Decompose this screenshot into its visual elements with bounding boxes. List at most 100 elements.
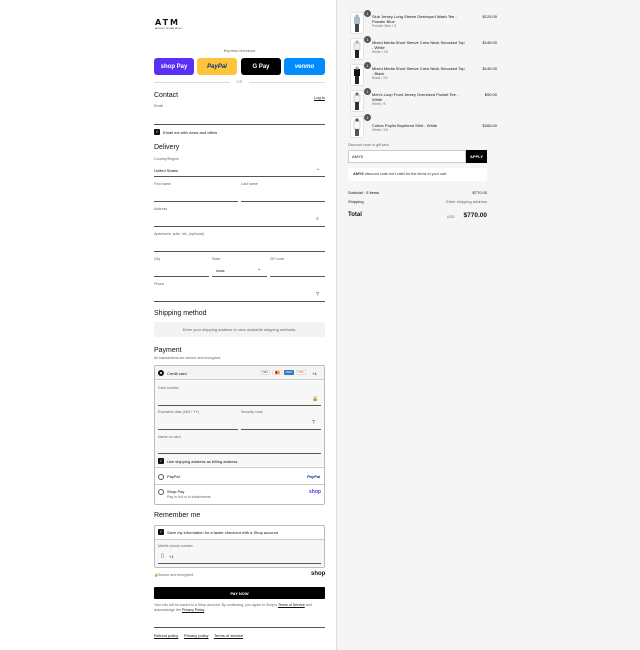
shipping-method-title: Shipping method bbox=[154, 310, 207, 317]
name-on-card-label: Name on card bbox=[158, 435, 181, 439]
phone-field[interactable] bbox=[154, 301, 325, 302]
product-variant: Powder Blue / S bbox=[372, 24, 397, 28]
credit-card-radio[interactable] bbox=[158, 370, 164, 376]
mobile-phone-field[interactable] bbox=[158, 563, 321, 564]
shipping-method-note: Enter your shipping address to view avai… bbox=[154, 322, 325, 337]
checkout-form-panel: ATM ANTHONY THOMAS MELILLO Express checko… bbox=[0, 0, 336, 650]
state-select[interactable] bbox=[212, 276, 267, 277]
terms-of-service-link[interactable]: Terms of Service bbox=[278, 603, 305, 607]
discount-error-text: AMY5 discount code isn't valid for the i… bbox=[353, 172, 446, 176]
security-code-label: Security code bbox=[241, 410, 263, 414]
legal-text-part: Your info will be saved to a Shop accoun… bbox=[154, 603, 278, 607]
cart-item: 1 Men's Loop Front Jersey Oversized Pock… bbox=[347, 88, 497, 114]
brand-logo[interactable]: ATM ANTHONY THOMAS MELILLO bbox=[155, 18, 183, 30]
shop-pay-subtitle: Pay in full or in installments bbox=[167, 495, 211, 499]
last-name-field[interactable] bbox=[241, 201, 325, 202]
card-number-label: Card number bbox=[158, 386, 179, 390]
product-variant: White / S bbox=[372, 102, 386, 106]
city-field[interactable] bbox=[154, 276, 209, 277]
billing-same-checkbox[interactable]: ✓ bbox=[158, 458, 164, 464]
footer-divider bbox=[154, 627, 325, 628]
shop-pay-button[interactable]: shop Pay bbox=[154, 58, 194, 75]
remember-me-title: Remember me bbox=[154, 512, 201, 519]
product-name: Men's Loop Front Jersey Oversized Pocket… bbox=[372, 92, 459, 102]
apartment-field[interactable] bbox=[154, 251, 325, 252]
cart-item: 1 Mixed Media Short Sleeve Crew Neck Smo… bbox=[347, 62, 497, 88]
discover-icon: DISC bbox=[296, 370, 306, 375]
newsletter-label: Email me with news and offers bbox=[163, 130, 218, 135]
save-info-checkbox[interactable]: ✓ bbox=[158, 529, 164, 535]
product-thumbnail bbox=[350, 64, 364, 86]
country-label: Country/Region bbox=[154, 157, 179, 161]
first-name-label: First name bbox=[154, 182, 171, 186]
name-on-card-field[interactable] bbox=[158, 453, 321, 454]
email-field[interactable] bbox=[154, 124, 325, 125]
paypal-radio[interactable] bbox=[158, 474, 164, 480]
total-label: Total bbox=[348, 212, 362, 218]
card-number-field[interactable] bbox=[158, 405, 321, 406]
paypal-button[interactable]: PayPal bbox=[197, 58, 237, 75]
payment-title: Payment bbox=[154, 347, 182, 354]
product-variant: White / XS bbox=[372, 128, 389, 132]
product-thumbnail bbox=[350, 12, 364, 34]
delivery-title: Delivery bbox=[154, 144, 180, 151]
pay-now-button[interactable]: PAY NOW bbox=[154, 587, 325, 599]
shop-pay-label: Shop Pay bbox=[167, 489, 185, 494]
quantity-badge: 1 bbox=[364, 62, 371, 69]
country-select[interactable] bbox=[154, 176, 325, 177]
help-icon[interactable]: ? bbox=[312, 420, 315, 426]
apply-button[interactable]: APPLY bbox=[466, 150, 487, 163]
expiration-label: Expiration date (MM / YY) bbox=[158, 410, 200, 414]
security-code-field[interactable] bbox=[241, 429, 321, 430]
address-field[interactable] bbox=[154, 226, 325, 227]
first-name-field[interactable] bbox=[154, 201, 238, 202]
total-value: $770.00 bbox=[463, 212, 488, 219]
or-label: OR bbox=[236, 79, 243, 84]
login-link[interactable]: Log in bbox=[314, 95, 325, 100]
product-price: $90.00 bbox=[484, 92, 497, 97]
privacy-policy-link[interactable]: Privacy Policy bbox=[182, 608, 204, 612]
shop-pay-radio[interactable] bbox=[158, 489, 164, 495]
discount-code: AMY5 bbox=[353, 172, 364, 176]
shop-logo: shop bbox=[311, 571, 326, 577]
save-info-label: Save my information for a faster checkou… bbox=[167, 530, 278, 535]
privacy-policy-footer-link[interactable]: Privacy policy bbox=[184, 633, 208, 638]
legal-text-part: . bbox=[204, 608, 206, 612]
mastercard-icon bbox=[272, 370, 282, 375]
discount-input[interactable] bbox=[348, 150, 466, 163]
divider bbox=[155, 467, 324, 468]
brand-tagline: ANTHONY THOMAS MELILLO bbox=[155, 28, 184, 30]
product-name: Mixed Media Short Sleeve Crew Neck Smock… bbox=[372, 40, 465, 50]
product-variant: Black / XS bbox=[372, 76, 388, 80]
cart-item-list: 1 Slub Jersey Long Sleeve Destroyed Wash… bbox=[347, 10, 497, 140]
email-label: Email bbox=[154, 104, 163, 108]
product-variant: White / XS bbox=[372, 50, 389, 54]
google-pay-button[interactable]: G Pay bbox=[241, 58, 281, 75]
address-label: Address bbox=[154, 207, 168, 211]
product-price: $265.00 bbox=[482, 123, 497, 128]
product-thumbnail bbox=[350, 38, 364, 60]
phone-label: Phone bbox=[154, 282, 165, 286]
country-value: United States bbox=[154, 168, 179, 173]
newsletter-checkbox[interactable]: ✓ bbox=[154, 129, 160, 135]
brand-name: ATM bbox=[155, 18, 180, 27]
lock-icon: 🔒 bbox=[312, 396, 319, 402]
divider bbox=[155, 484, 324, 485]
subtotal-label: Subtotal · 5 items bbox=[348, 190, 380, 195]
product-name: Slub Jersey Long Sleeve Destroyed Wash T… bbox=[372, 14, 457, 24]
amex-icon: AMEX bbox=[284, 370, 294, 375]
search-icon[interactable]: ⌕ bbox=[316, 216, 319, 222]
mobile-phone-label: Mobile phone number bbox=[158, 544, 193, 548]
express-checkout-title: Express checkout bbox=[223, 48, 256, 53]
visa-icon: VISA bbox=[260, 370, 270, 375]
currency-label: USD bbox=[447, 215, 455, 219]
help-icon[interactable]: ? bbox=[316, 292, 319, 298]
expiration-field[interactable] bbox=[158, 429, 238, 430]
zip-field[interactable] bbox=[270, 276, 325, 277]
terms-of-service-footer-link[interactable]: Terms of service bbox=[214, 633, 243, 638]
product-thumbnail bbox=[350, 90, 364, 112]
contact-title: Contact bbox=[154, 92, 179, 99]
subtotal-value: $770.00 bbox=[472, 190, 487, 195]
venmo-button[interactable]: venmo bbox=[284, 58, 325, 75]
refund-policy-link[interactable]: Refund policy bbox=[154, 633, 178, 638]
